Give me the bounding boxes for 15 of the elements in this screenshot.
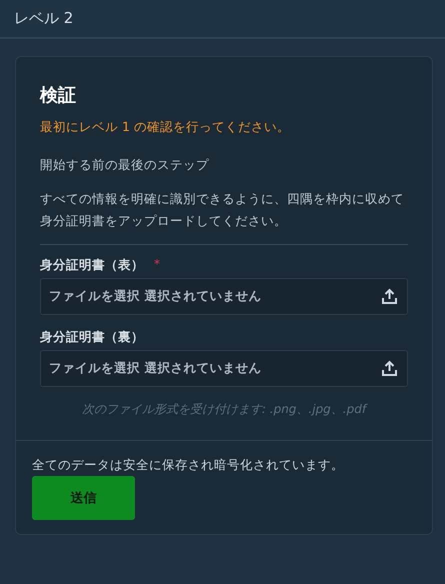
file-upload-field[interactable]: ファイルを選択 選択されていません <box>40 278 408 315</box>
upload-icon <box>381 288 398 305</box>
subtitle-text: 開始する前の最後のステップ <box>40 156 210 174</box>
field-label: 身分証明書（表） <box>40 257 144 274</box>
required-mark: * <box>154 257 160 273</box>
card-title: 検証 <box>40 84 77 107</box>
instructions-text: すべての情報を明確に識別できるように、四隅を枠内に収めて身分証明書をアップロードしてください。 <box>40 190 405 230</box>
formats-note: 次のファイル形式を受け付けます: .png、.jpg、.pdf <box>80 401 368 418</box>
submit-button[interactable]: 送信 <box>32 476 135 520</box>
warning-text: 最初にレベル 1 の確認を行ってください。 <box>40 119 291 136</box>
file-upload-field[interactable]: ファイルを選択 選択されていません <box>40 350 408 387</box>
security-note: 全てのデータは安全に保存され暗号化されています。 <box>32 457 345 474</box>
page-title: レベル 2 <box>14 9 74 28</box>
field-label: 身分証明書（裏） <box>40 329 144 346</box>
upload-icon <box>381 360 398 377</box>
